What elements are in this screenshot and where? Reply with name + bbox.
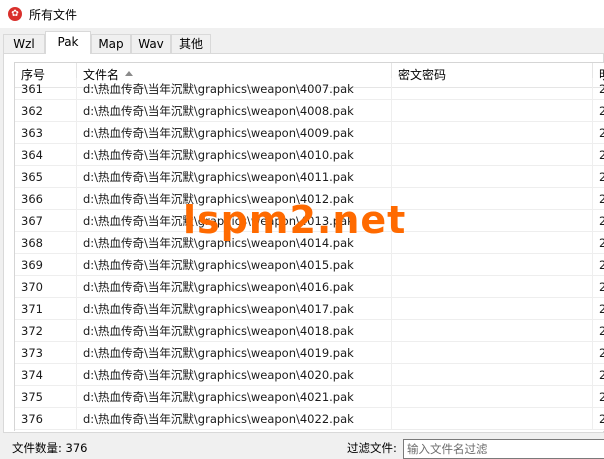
row-extra: 28 <box>593 320 604 342</box>
row-filename: d:\热血传奇\当年沉默\graphics\weapon\4020.pak <box>77 364 392 386</box>
row-filename: d:\热血传奇\当年沉默\graphics\weapon\4007.pak <box>77 78 392 100</box>
row-password <box>392 100 593 122</box>
tab-strip: Wzl Pak Map Wav 其他 <box>0 31 604 54</box>
app-logo-icon: ✿ <box>8 7 22 21</box>
table-row[interactable]: 368 d:\热血传奇\当年沉默\graphics\weapon\4014.pak… <box>15 232 604 254</box>
row-filename: d:\热血传奇\当年沉默\graphics\weapon\4013.pak <box>77 210 392 232</box>
window-title: 所有文件 <box>29 7 78 22</box>
tab-wav[interactable]: Wav <box>131 34 171 53</box>
table-row[interactable]: 375 d:\热血传奇\当年沉默\graphics\weapon\4021.pak… <box>15 386 604 408</box>
row-password <box>392 166 593 188</box>
row-index: 371 <box>15 298 77 320</box>
row-password <box>392 298 593 320</box>
file-list[interactable]: 序号 文件名 密文密码 明 361d:\热血传奇\当年沉默\graphics\w… <box>14 62 604 431</box>
row-extra: 28 <box>593 210 604 232</box>
table-row[interactable]: 362 d:\热血传奇\当年沉默\graphics\weapon\4008.pak… <box>15 100 604 122</box>
row-filename: d:\热血传奇\当年沉默\graphics\weapon\4012.pak <box>77 188 392 210</box>
row-index: 374 <box>15 364 77 386</box>
row-filename: d:\热血传奇\当年沉默\graphics\weapon\4009.pak <box>77 122 392 144</box>
table-row[interactable]: 364 d:\热血传奇\当年沉默\graphics\weapon\4010.pak… <box>15 144 604 166</box>
row-extra: 28 <box>593 386 604 408</box>
tab-wzl[interactable]: Wzl <box>3 34 45 53</box>
row-extra: 28 <box>593 342 604 364</box>
row-filename: d:\热血传奇\当年沉默\graphics\weapon\4016.pak <box>77 276 392 298</box>
row-index: 376 <box>15 408 77 430</box>
row-password <box>392 232 593 254</box>
tab-pak[interactable]: Pak <box>45 31 91 54</box>
row-index: 370 <box>15 276 77 298</box>
tab-panel: 序号 文件名 密文密码 明 361d:\热血传奇\当年沉默\graphics\w… <box>3 53 604 433</box>
row-password <box>392 342 593 364</box>
row-password <box>392 386 593 408</box>
row-password <box>392 144 593 166</box>
row-extra: 28 <box>593 408 604 430</box>
row-password <box>392 320 593 342</box>
row-index: 368 <box>15 232 77 254</box>
row-extra: 28 <box>593 254 604 276</box>
row-password <box>392 210 593 232</box>
row-extra: 28 <box>593 78 604 100</box>
row-filename: d:\热血传奇\当年沉默\graphics\weapon\4015.pak <box>77 254 392 276</box>
table-row[interactable]: 373 d:\热血传奇\当年沉默\graphics\weapon\4019.pak… <box>15 342 604 364</box>
table-row[interactable]: 370 d:\热血传奇\当年沉默\graphics\weapon\4016.pak… <box>15 276 604 298</box>
table-row[interactable]: 371 d:\热血传奇\当年沉默\graphics\weapon\4017.pak… <box>15 298 604 320</box>
status-bar: 文件数量: 376 过滤文件: <box>0 436 604 459</box>
table-row[interactable]: 365 d:\热血传奇\当年沉默\graphics\weapon\4011.pak… <box>15 166 604 188</box>
tab-other[interactable]: 其他 <box>171 34 211 53</box>
row-index: 363 <box>15 122 77 144</box>
row-filename: d:\热血传奇\当年沉默\graphics\weapon\4018.pak <box>77 320 392 342</box>
row-filename: d:\热血传奇\当年沉默\graphics\weapon\4014.pak <box>77 232 392 254</box>
row-password <box>392 276 593 298</box>
row-index: 361 <box>15 78 77 100</box>
row-extra: 28 <box>593 122 604 144</box>
row-index: 367 <box>15 210 77 232</box>
table-row[interactable]: 376 d:\热血传奇\当年沉默\graphics\weapon\4022.pak… <box>15 408 604 430</box>
table-row[interactable]: 372 d:\热血传奇\当年沉默\graphics\weapon\4018.pak… <box>15 320 604 342</box>
row-index: 375 <box>15 386 77 408</box>
table-row[interactable]: 374 d:\热血传奇\当年沉默\graphics\weapon\4020.pak… <box>15 364 604 386</box>
row-filename: d:\热血传奇\当年沉默\graphics\weapon\4022.pak <box>77 408 392 430</box>
row-extra: 28 <box>593 188 604 210</box>
row-filename: d:\热血传奇\当年沉默\graphics\weapon\4008.pak <box>77 100 392 122</box>
row-index: 366 <box>15 188 77 210</box>
table-row[interactable]: 366 d:\热血传奇\当年沉默\graphics\weapon\4012.pak… <box>15 188 604 210</box>
sort-ascending-icon <box>125 71 134 76</box>
row-extra: 28 <box>593 364 604 386</box>
row-index: 372 <box>15 320 77 342</box>
row-extra: 28 <box>593 100 604 122</box>
table-row[interactable]: 367 d:\热血传奇\当年沉默\graphics\weapon\4013.pak… <box>15 210 604 232</box>
filter-input[interactable] <box>403 439 604 459</box>
row-filename: d:\热血传奇\当年沉默\graphics\weapon\4021.pak <box>77 386 392 408</box>
row-password <box>392 364 593 386</box>
tab-map[interactable]: Map <box>91 34 131 53</box>
table-row[interactable]: 369 d:\热血传奇\当年沉默\graphics\weapon\4015.pak… <box>15 254 604 276</box>
row-index: 362 <box>15 100 77 122</box>
row-extra: 28 <box>593 144 604 166</box>
row-extra: 28 <box>593 232 604 254</box>
row-extra: 28 <box>593 166 604 188</box>
row-extra: 28 <box>593 276 604 298</box>
row-password <box>392 188 593 210</box>
title-bar: ✿ 所有文件 <box>0 0 604 28</box>
row-index: 373 <box>15 342 77 364</box>
row-password <box>392 408 593 430</box>
table-row[interactable]: 363 d:\热血传奇\当年沉默\graphics\weapon\4009.pak… <box>15 122 604 144</box>
row-password <box>392 78 593 100</box>
row-filename: d:\热血传奇\当年沉默\graphics\weapon\4010.pak <box>77 144 392 166</box>
row-index: 364 <box>15 144 77 166</box>
file-count-label: 文件数量: 376 <box>12 441 88 455</box>
row-password <box>392 254 593 276</box>
row-filename: d:\热血传奇\当年沉默\graphics\weapon\4017.pak <box>77 298 392 320</box>
row-password <box>392 122 593 144</box>
row-filename: d:\热血传奇\当年沉默\graphics\weapon\4011.pak <box>77 166 392 188</box>
table-row[interactable]: 361 d:\热血传奇\当年沉默\graphics\weapon\4007.pak… <box>15 78 604 100</box>
row-index: 365 <box>15 166 77 188</box>
row-index: 369 <box>15 254 77 276</box>
filter-label: 过滤文件: <box>347 441 397 455</box>
row-filename: d:\热血传奇\当年沉默\graphics\weapon\4019.pak <box>77 342 392 364</box>
row-extra: 28 <box>593 298 604 320</box>
